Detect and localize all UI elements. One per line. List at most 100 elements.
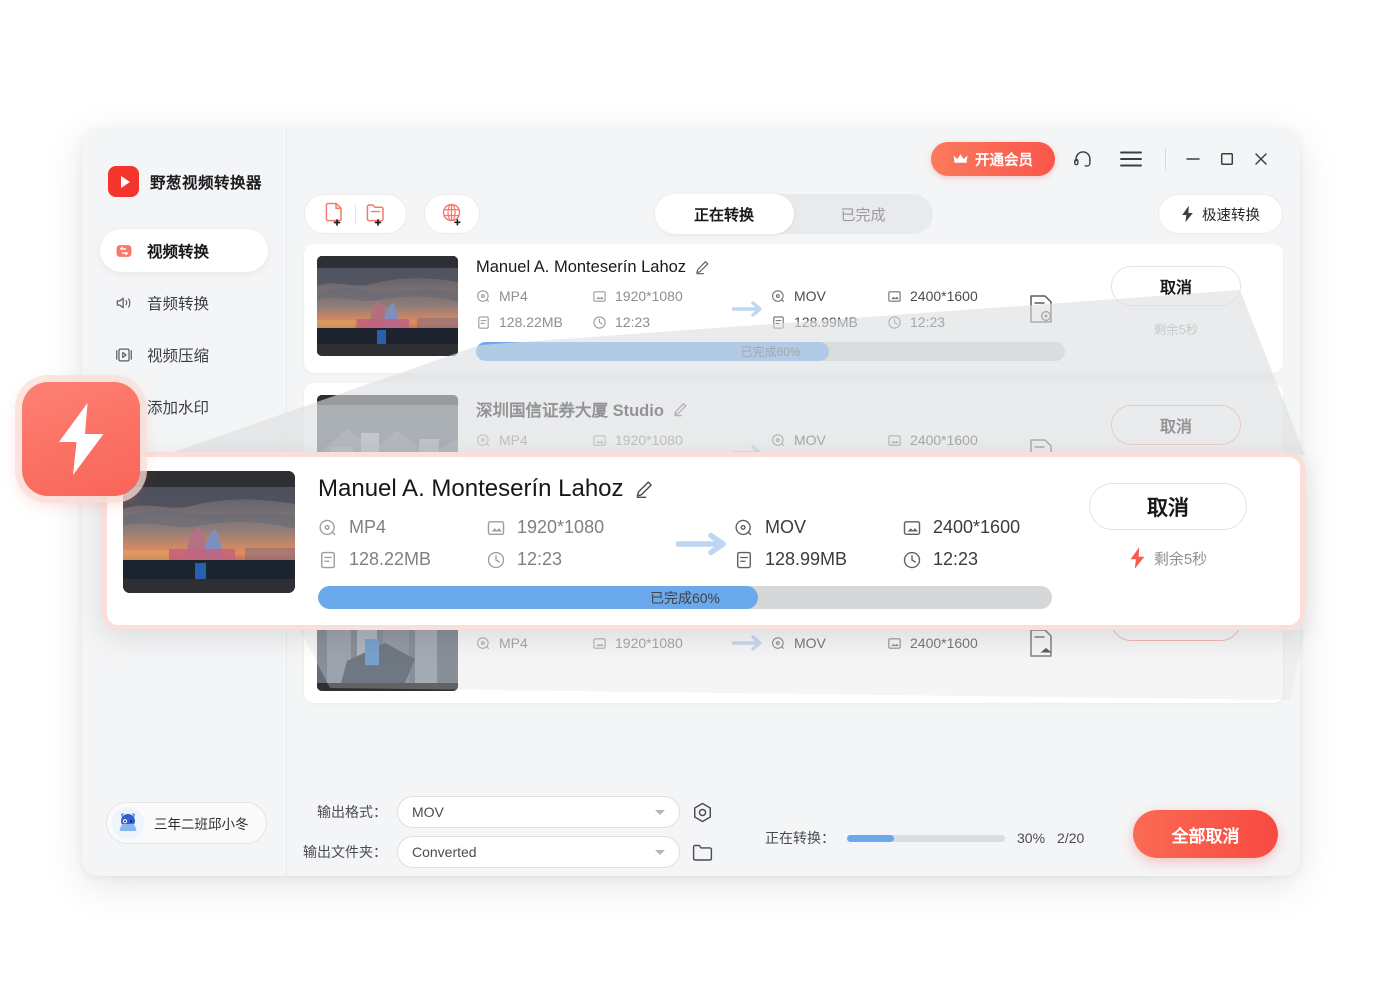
magnified-row-callout: Manuel A. Monteserín Lahoz MP4 [102, 452, 1305, 630]
format-settings-button[interactable] [690, 800, 714, 824]
target-format: MOV [771, 635, 887, 651]
source-size-text: 128.22MB [499, 314, 563, 330]
upgrade-vip-button[interactable]: 开通会员 [931, 142, 1055, 176]
resolution-frame-icon [887, 636, 902, 651]
target-meta: MOV 2400*1600 [771, 635, 1022, 651]
source-format-text: MP4 [349, 517, 386, 538]
status-badge: 剩余5秒 [1129, 546, 1207, 570]
add-folder-icon[interactable] [364, 201, 388, 227]
source-duration-text: 12:23 [517, 549, 562, 570]
cancel-button[interactable]: 取消 [1111, 266, 1241, 306]
row-progress-bar: 已完成60% [476, 342, 1065, 361]
source-format-text: MP4 [499, 432, 528, 448]
callout-progress-bar: 已完成60% [318, 586, 1052, 609]
progress-label: 已完成60% [318, 586, 1052, 609]
resolution-frame-icon [902, 518, 922, 538]
pencil-edit-icon[interactable] [635, 480, 654, 499]
target-resolution-text: 2400*1600 [910, 432, 978, 448]
source-resolution: 1920*1080 [592, 635, 727, 651]
cancel-button[interactable]: 取消 [1089, 483, 1247, 530]
resolution-frame-icon [486, 518, 506, 538]
callout-target-meta: MOV 2400*1600 [734, 517, 1092, 570]
output-folder-select[interactable]: Converted [397, 836, 680, 868]
source-size-text: 128.22MB [349, 549, 431, 570]
minimize-icon[interactable] [1176, 144, 1210, 174]
source-format: MP4 [318, 517, 486, 538]
file-settings-icon[interactable] [1028, 628, 1054, 658]
sidebar-item-audio-convert[interactable]: 音频转换 [100, 281, 268, 324]
fast-convert-button[interactable]: 极速转换 [1158, 194, 1283, 234]
target-resolution: 2400*1600 [887, 432, 1022, 448]
gear-target-icon [692, 802, 713, 823]
maximize-icon[interactable] [1210, 144, 1244, 174]
brand-name: 野葱视频转换器 [150, 171, 262, 193]
format-disc-icon [771, 433, 786, 448]
clock-icon [592, 315, 607, 330]
tab-converting-label: 正在转换 [694, 204, 754, 225]
target-format-text: MOV [794, 288, 826, 304]
resolution-frame-icon [887, 289, 902, 304]
close-icon[interactable] [1244, 144, 1278, 174]
target-resolution: 2400*1600 [887, 288, 1022, 304]
sidebar-item-label: 音频转换 [147, 292, 209, 314]
tab-completed-label: 已完成 [840, 204, 885, 225]
callout-meta: MP4 1920*1080 [318, 517, 1052, 570]
video-convert-icon [114, 241, 134, 261]
row-title: Manuel A. Monteserín Lahoz [476, 258, 1065, 277]
clock-icon [887, 315, 902, 330]
target-format-text: MOV [794, 635, 826, 651]
pencil-edit-icon[interactable] [673, 402, 688, 417]
sidebar-item-label: 添加水印 [147, 396, 209, 418]
format-disc-icon [771, 289, 786, 304]
titlebar-divider [1165, 148, 1166, 170]
lightning-bolt-icon [1129, 546, 1146, 570]
tab-completed[interactable]: 已完成 [794, 194, 933, 234]
headset-icon[interactable] [1063, 141, 1103, 177]
target-size-text: 128.99MB [765, 549, 847, 570]
global-progress-percent: 30% [1017, 830, 1045, 846]
cartoon-avatar-icon [112, 807, 144, 839]
target-size: 128.99MB [734, 549, 902, 570]
source-resolution-text: 1920*1080 [615, 635, 683, 651]
chevron-down-icon [655, 810, 665, 815]
file-settings-icon[interactable] [1028, 294, 1054, 324]
global-progress-fill [847, 835, 894, 842]
file-size-icon [771, 315, 786, 330]
source-resolution: 1920*1080 [592, 288, 727, 304]
sidebar-item-video-convert[interactable]: 视频转换 [100, 229, 268, 272]
audio-convert-icon [114, 293, 134, 313]
target-size: 128.99MB [771, 314, 887, 330]
pencil-edit-icon[interactable] [695, 260, 710, 275]
output-format-select[interactable]: MOV [397, 796, 680, 828]
tab-converting[interactable]: 正在转换 [655, 194, 794, 234]
callout-title-text: Manuel A. Monteserín Lahoz [318, 475, 624, 503]
source-resolution-text: 1920*1080 [615, 432, 683, 448]
row-meta: MP4 1920*1080 [476, 288, 1065, 330]
global-progress-bar [847, 835, 1005, 842]
cancel-button[interactable]: 取消 [1111, 405, 1241, 445]
bottom-bar: 输出格式： MOV 输出文件夹： Converted [287, 782, 1300, 876]
row-title: 深圳国信证券大厦 Studio [476, 397, 1065, 421]
source-format: MP4 [476, 288, 592, 304]
add-url-button[interactable] [424, 194, 480, 234]
format-disc-icon [318, 518, 338, 538]
sidebar-item-video-compress[interactable]: 视频压缩 [100, 333, 268, 376]
target-format: MOV [771, 288, 887, 304]
chevron-down-icon [655, 850, 665, 855]
video-compress-icon [114, 345, 134, 365]
add-file-icon[interactable] [323, 201, 347, 227]
target-resolution-text: 2400*1600 [933, 517, 1020, 538]
source-meta: MP4 1920*1080 [476, 635, 727, 651]
output-format-value: MOV [412, 804, 444, 820]
cancel-all-button[interactable]: 全部取消 [1133, 810, 1278, 858]
open-folder-button[interactable] [690, 840, 714, 864]
hamburger-menu-icon[interactable] [1111, 141, 1151, 177]
source-format-text: MP4 [499, 288, 528, 304]
brand: 野葱视频转换器 [82, 128, 286, 197]
convert-arrow-icon [727, 299, 771, 319]
user-profile-chip[interactable]: 三年二班邱小冬 [106, 802, 267, 844]
target-size-text: 128.99MB [794, 314, 858, 330]
source-size: 128.22MB [476, 314, 592, 330]
target-resolution-text: 2400*1600 [910, 635, 978, 651]
file-size-icon [318, 550, 338, 570]
